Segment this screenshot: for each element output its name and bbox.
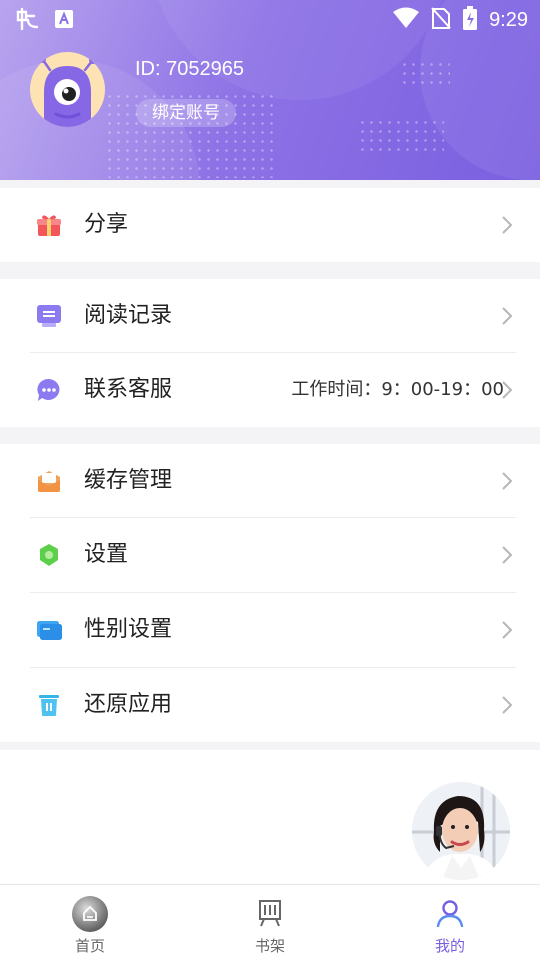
service-hours: 工作时间：9：00-19：00 [291, 379, 504, 400]
bind-account-button[interactable]: 绑定账号 [136, 99, 236, 127]
gear-icon [36, 543, 62, 567]
header-decor-dots [400, 60, 450, 90]
chevron-right-icon [500, 620, 514, 640]
menu-item-contact-service[interactable]: 联系客服 工作时间：9：00-19：00 [0, 353, 540, 427]
wifi-icon [393, 7, 420, 34]
profile-header: 9:29 ID: 7052965 绑定账号 [0, 0, 540, 180]
tab-home[interactable]: 首页 [40, 885, 140, 960]
bottom-tab-bar: 首页 书架 我的 [0, 884, 540, 960]
tab-label: 我的 [434, 937, 465, 955]
menu-item-label: 联系客服 [84, 377, 173, 402]
tab-bookshelf[interactable]: 书架 [220, 885, 320, 960]
menu-item-clear-cache[interactable]: 缓存管理 [0, 444, 540, 518]
cache-box-icon [36, 469, 62, 493]
home-icon [71, 895, 109, 937]
menu-group-share: 分享 [0, 188, 540, 262]
menu-item-label: 性别设置 [84, 617, 173, 642]
reading-record-icon [36, 304, 62, 328]
status-time: 9:29 [489, 9, 528, 31]
tab-label: 首页 [74, 937, 105, 955]
menu-item-label: 阅读记录 [84, 303, 173, 328]
status-bar: 9:29 [0, 0, 540, 38]
app-notification-icon [14, 6, 40, 37]
trash-icon [36, 693, 62, 717]
menu-item-reading-history[interactable]: 阅读记录 [0, 279, 540, 353]
user-id: ID: 7052965 [135, 58, 244, 80]
menu-item-label: 缓存管理 [84, 468, 173, 493]
customer-service-avatar-button[interactable] [412, 782, 510, 880]
tab-label: 书架 [254, 937, 285, 955]
menu-item-settings[interactable]: 设置 [0, 518, 540, 592]
chevron-right-icon [500, 215, 514, 235]
keyboard-notification-icon [54, 9, 74, 34]
header-decor-dots [358, 118, 444, 154]
no-sim-icon [431, 7, 451, 34]
avatar[interactable] [30, 52, 105, 127]
menu-item-gender-settings[interactable]: 性别设置 [0, 593, 540, 667]
chevron-right-icon [500, 695, 514, 715]
menu-item-label: 设置 [84, 542, 129, 567]
menu-item-label: 还原应用 [84, 692, 173, 717]
chevron-right-icon [500, 380, 514, 400]
menu-item-label: 分享 [84, 212, 129, 237]
chevron-right-icon [500, 545, 514, 565]
menu-group-settings: 缓存管理 设置 性别设置 还原应用 [0, 444, 540, 742]
bookshelf-icon [257, 899, 283, 931]
chevron-right-icon [500, 306, 514, 326]
menu-item-share[interactable]: 分享 [0, 188, 540, 262]
chat-bubble-icon [36, 378, 62, 402]
battery-icon [463, 6, 478, 35]
gift-icon [36, 213, 62, 237]
tab-mine[interactable]: 我的 [400, 885, 500, 960]
user-icon [436, 899, 464, 931]
menu-group-history: 阅读记录 联系客服 工作时间：9：00-19：00 [0, 279, 540, 427]
chevron-right-icon [500, 471, 514, 491]
menu-item-restore-app[interactable]: 还原应用 [0, 668, 540, 742]
card-icon [36, 618, 62, 642]
